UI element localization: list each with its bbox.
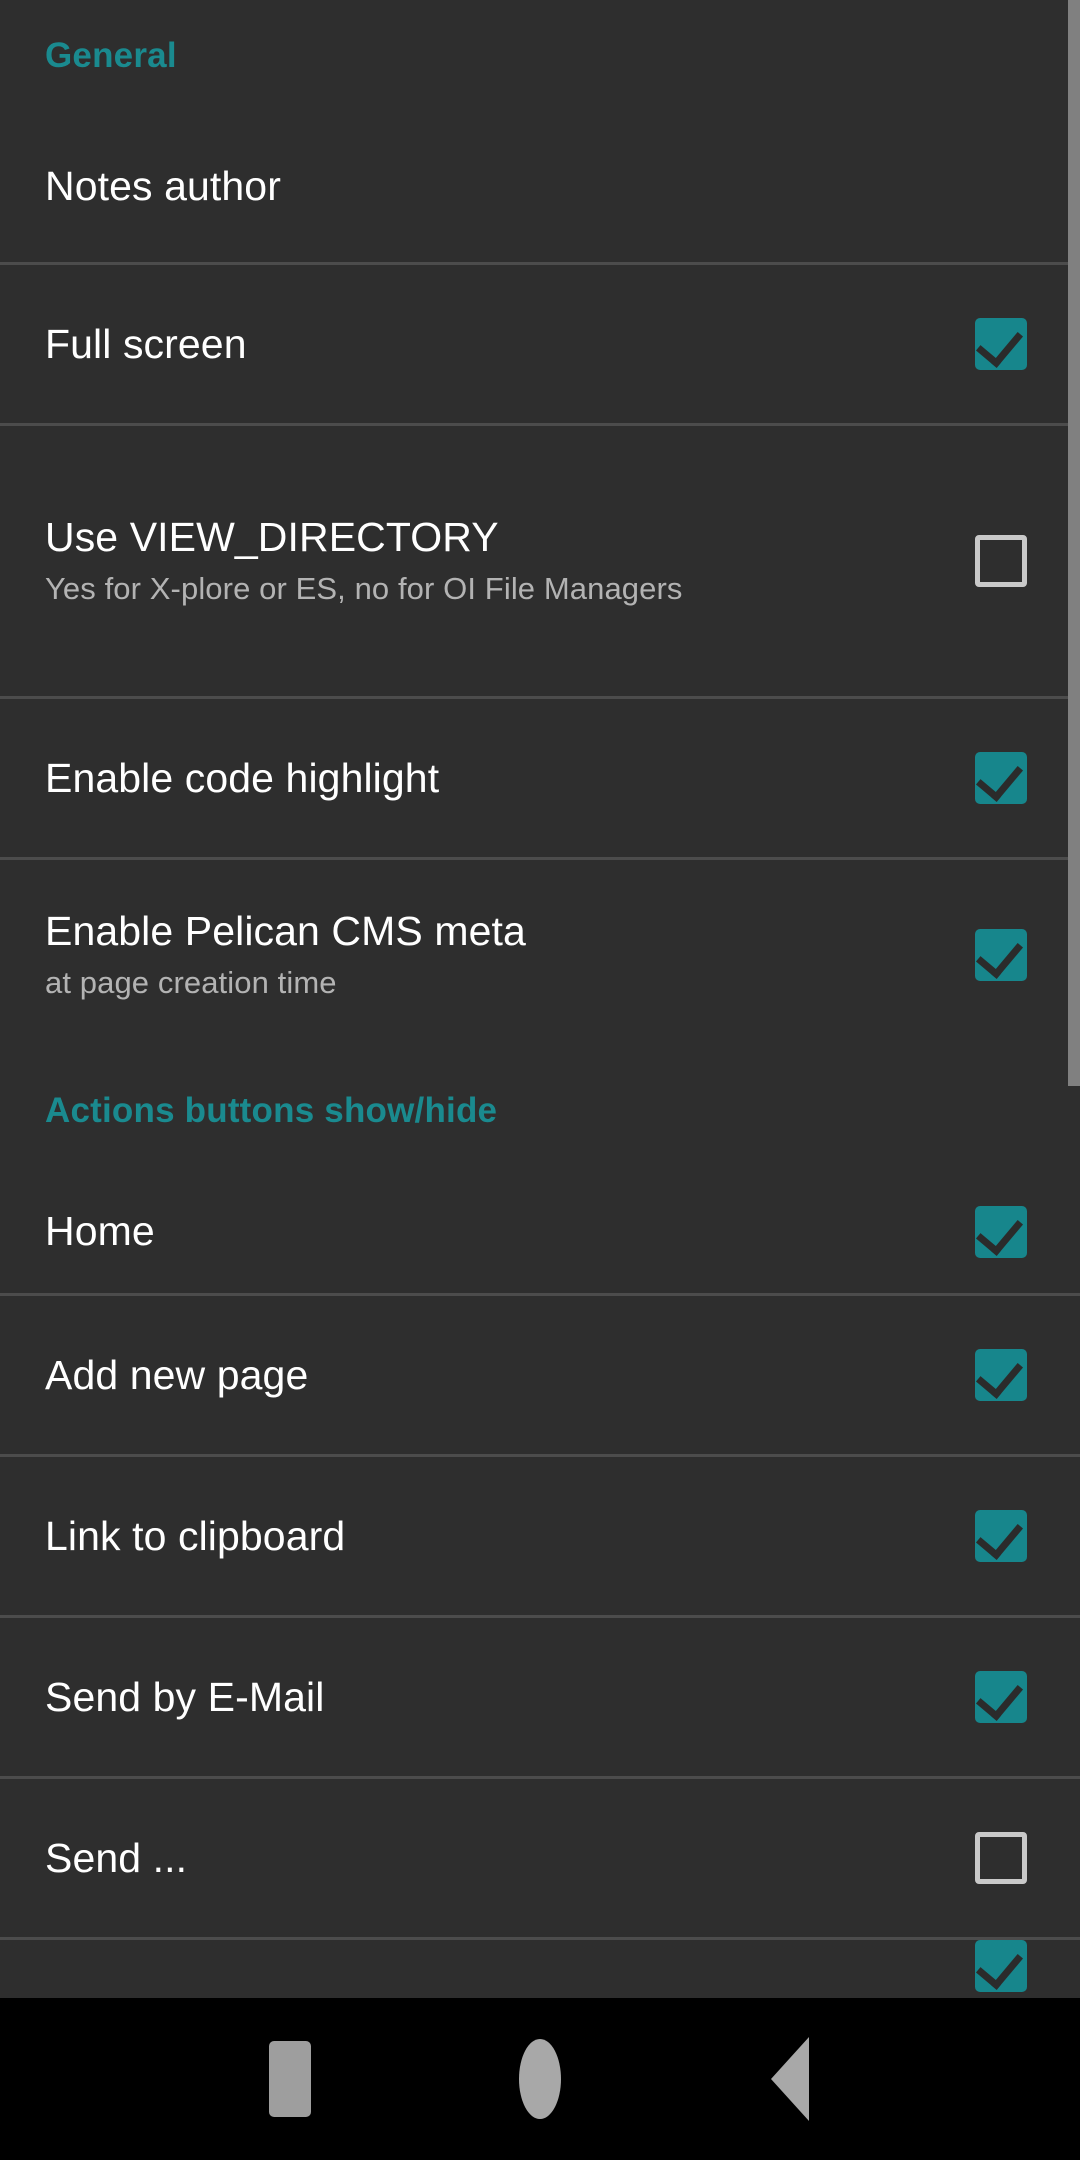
section-header-general: General — [0, 0, 1080, 110]
preference-title: Link to clipboard — [45, 1512, 346, 1559]
preference-title: Use VIEW_DIRECTORY — [45, 513, 499, 560]
checkbox-box — [975, 535, 1027, 587]
preference-row-add-new-page[interactable]: Add new page — [0, 1296, 1080, 1454]
checkbox-checked-icon[interactable] — [975, 1349, 1027, 1401]
section-title: General — [45, 35, 177, 75]
preference-texts: Link to clipboard — [45, 1512, 345, 1560]
preference-row-link-to-clipboard[interactable]: Link to clipboard — [0, 1457, 1080, 1615]
preference-title: Home — [45, 1208, 155, 1255]
nav-recents-button[interactable] — [165, 1998, 415, 2160]
checkbox-checked-icon[interactable] — [975, 929, 1027, 981]
preference-row-partially-visible[interactable] — [0, 1940, 1080, 1992]
recents-square-icon — [269, 2041, 311, 2117]
nav-back-button[interactable] — [665, 1998, 915, 2160]
settings-preference-list[interactable]: General Notes author Full screen Use VIE… — [0, 0, 1080, 1998]
preference-texts: Notes author — [45, 162, 281, 210]
checkbox-checked-icon[interactable] — [975, 752, 1027, 804]
checkbox-checked-icon[interactable] — [975, 1671, 1027, 1723]
preference-texts: Add new page — [45, 1351, 308, 1399]
section-header-actions-buttons: Actions buttons show/hide — [0, 1050, 1080, 1170]
android-settings-screen: General Notes author Full screen Use VIE… — [0, 0, 1080, 2160]
checkbox-checked-icon[interactable] — [975, 1205, 1027, 1258]
preference-summary: at page creation time — [45, 965, 337, 1001]
preference-title: Enable code highlight — [45, 754, 440, 801]
nav-home-button[interactable] — [415, 1998, 665, 2160]
preference-row-use-view-directory[interactable]: Use VIEW_DIRECTORY Yes for X-plore or ES… — [0, 426, 1080, 696]
preference-texts: Home — [45, 1207, 155, 1255]
checkbox-checked-icon[interactable] — [975, 318, 1027, 370]
preference-title: Full screen — [45, 320, 247, 367]
preference-row-home[interactable]: Home — [0, 1170, 1080, 1293]
navigation-bar — [0, 1998, 1080, 2160]
preference-row-full-screen[interactable]: Full screen — [0, 265, 1080, 423]
preference-texts: Use VIEW_DIRECTORY Yes for X-plore or ES… — [45, 513, 683, 609]
preference-texts: Full screen — [45, 320, 247, 368]
scrollbar-track[interactable] — [1068, 0, 1080, 1998]
preference-summary: Yes for X-plore or ES, no for OI File Ma… — [45, 571, 683, 607]
back-triangle-icon — [771, 2037, 809, 2121]
checkbox-unchecked-icon[interactable] — [975, 1832, 1027, 1884]
preference-texts: Enable code highlight — [45, 754, 439, 802]
preference-texts: Enable Pelican CMS meta at page creation… — [45, 907, 526, 1003]
preference-title: Send ... — [45, 1834, 188, 1881]
checkbox-unchecked-icon[interactable] — [975, 535, 1027, 587]
preference-title: Add new page — [45, 1351, 309, 1398]
preference-title: Notes author — [45, 162, 281, 209]
preference-row-notes-author[interactable]: Notes author — [0, 110, 1080, 262]
preference-title: Enable Pelican CMS meta — [45, 907, 526, 954]
preference-row-send[interactable]: Send ... — [0, 1779, 1080, 1937]
checkbox-checked-icon[interactable] — [975, 1940, 1027, 1992]
preference-row-send-by-email[interactable]: Send by E-Mail — [0, 1618, 1080, 1776]
preference-row-enable-code-highlight[interactable]: Enable code highlight — [0, 699, 1080, 857]
checkbox-checked-icon[interactable] — [975, 1510, 1027, 1562]
scrollbar-thumb[interactable] — [1068, 0, 1080, 1086]
home-circle-icon — [519, 2039, 561, 2119]
preference-title: Send by E-Mail — [45, 1673, 325, 1720]
preference-texts: Send by E-Mail — [45, 1673, 324, 1721]
section-title: Actions buttons show/hide — [45, 1090, 498, 1130]
preference-texts: Send ... — [45, 1834, 187, 1882]
checkbox-box — [975, 1832, 1027, 1884]
preference-row-enable-pelican-cms-meta[interactable]: Enable Pelican CMS meta at page creation… — [0, 860, 1080, 1050]
